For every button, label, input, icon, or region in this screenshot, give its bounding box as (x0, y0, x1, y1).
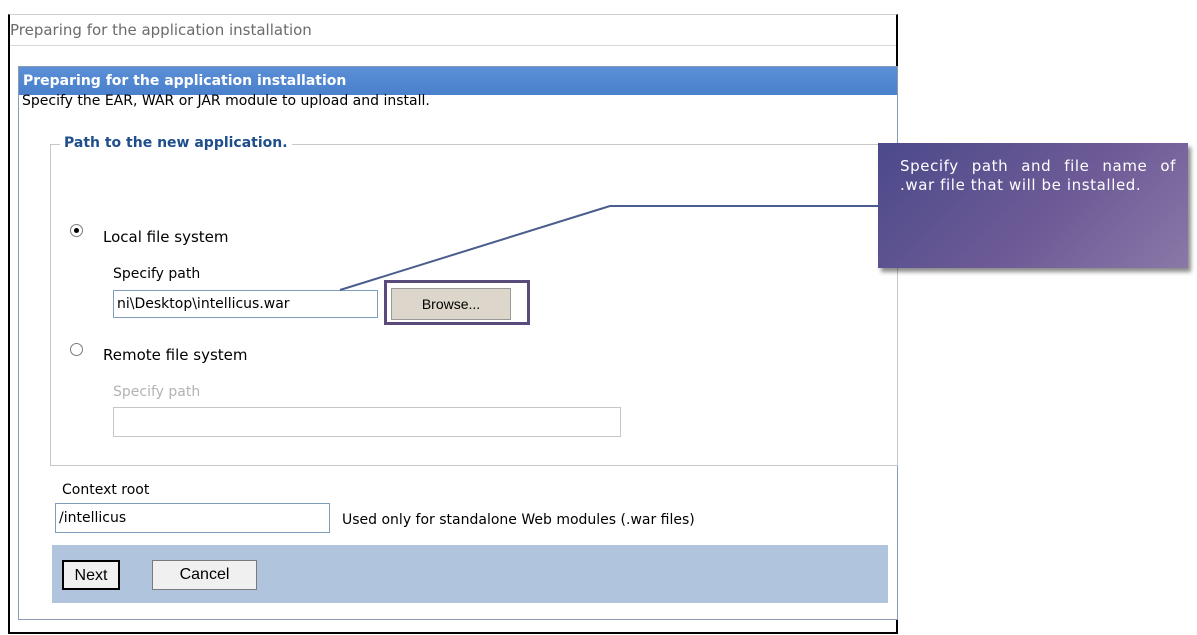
page-title: Preparing for the application installati… (10, 21, 312, 39)
remote-file-system-radio[interactable] (70, 343, 83, 356)
local-path-input[interactable] (113, 290, 378, 318)
next-button[interactable]: Next (62, 560, 120, 590)
cancel-button[interactable]: Cancel (152, 560, 257, 590)
context-root-hint: Used only for standalone Web modules (.w… (342, 512, 695, 528)
remote-file-system-label: Remote file system (103, 346, 248, 364)
context-root-input[interactable] (55, 503, 330, 533)
annotation-callout: Specify path and file name of .war file … (878, 143, 1188, 268)
intro-text: Specify the EAR, WAR or JAR module to up… (22, 93, 430, 109)
title-divider (10, 45, 896, 46)
local-file-system-radio[interactable] (70, 224, 83, 237)
remote-path-input[interactable] (113, 407, 621, 437)
context-root-label: Context root (62, 482, 150, 498)
panel-header: Preparing for the application installati… (19, 67, 897, 95)
fieldset-legend: Path to the new application. (60, 135, 292, 151)
local-specify-path-label: Specify path (113, 266, 201, 282)
browse-button[interactable]: Browse... (391, 288, 511, 320)
local-file-system-label: Local file system (103, 228, 229, 246)
remote-specify-path-label: Specify path (113, 384, 201, 400)
